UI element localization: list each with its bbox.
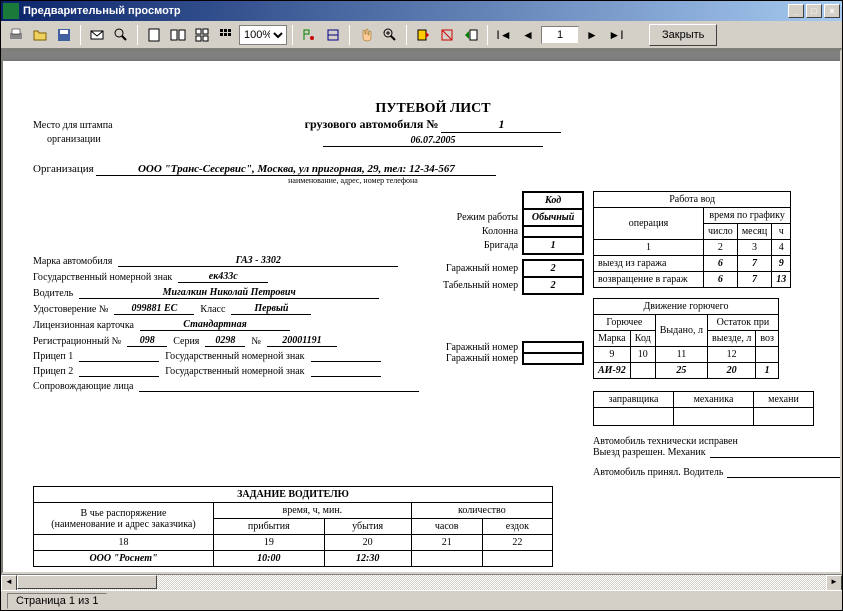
close-preview-button[interactable]: Закрыть bbox=[649, 24, 717, 46]
hand-tool-button[interactable] bbox=[355, 24, 377, 46]
cert-number: 099881 ЕС bbox=[114, 303, 194, 315]
save-button[interactable] bbox=[53, 24, 75, 46]
assignment-customer: ООО "Роснет" bbox=[34, 551, 214, 567]
nav-last-button[interactable]: ►I bbox=[605, 24, 627, 46]
status-page: Страница 1 из 1 bbox=[7, 593, 107, 609]
driver-name: Мигалкин Николай Петрович bbox=[79, 287, 379, 299]
mode-value: Обычный bbox=[523, 209, 583, 226]
h-scrollbar[interactable]: ◄ ► bbox=[1, 574, 842, 590]
license-card: Стандартная bbox=[140, 319, 290, 331]
stamp-placeholder: Место для штампа организации bbox=[33, 119, 113, 147]
nav-prev-button[interactable]: ◄ bbox=[517, 24, 539, 46]
scroll-thumb[interactable] bbox=[17, 575, 157, 589]
view-thumbs-button[interactable] bbox=[215, 24, 237, 46]
vehicle-brand: ГАЗ - 3302 bbox=[118, 255, 398, 267]
tool-c-button[interactable] bbox=[412, 24, 434, 46]
toolbar: 100% I◄ ◄ ► ►I Закрыть bbox=[1, 21, 842, 49]
view-grid-button[interactable] bbox=[191, 24, 213, 46]
trailer2 bbox=[79, 376, 159, 377]
zoom-select[interactable]: 100% bbox=[239, 25, 287, 45]
assignment-arrive: 10:00 bbox=[214, 551, 325, 567]
scroll-right-button[interactable]: ► bbox=[826, 575, 842, 591]
doc-date: 06.07.2005 bbox=[323, 135, 543, 147]
org-label: Организация bbox=[33, 163, 94, 175]
column-value bbox=[523, 226, 583, 237]
page-number-input[interactable] bbox=[541, 26, 579, 44]
garage-no-value: 2 bbox=[523, 260, 583, 277]
trailer1 bbox=[79, 361, 159, 362]
nav-first-button[interactable]: I◄ bbox=[493, 24, 515, 46]
org-value: ООО "Транс-Сесервис", Москва, ул пригорн… bbox=[96, 163, 496, 176]
window-title: Предварительный просмотр bbox=[23, 5, 788, 17]
doc-title: ПУТЕВОЙ ЛИСТ bbox=[193, 101, 673, 117]
app-icon bbox=[3, 3, 19, 19]
preview-area[interactable]: Место для штампа организации ПУТЕВОЙ ЛИС… bbox=[1, 49, 842, 574]
minimize-button[interactable]: _ bbox=[788, 4, 804, 18]
view-page-button[interactable] bbox=[143, 24, 165, 46]
zoom-tool-button[interactable] bbox=[379, 24, 401, 46]
titlebar: Предварительный просмотр _ □ × bbox=[1, 1, 842, 21]
nav-next-button[interactable]: ► bbox=[581, 24, 603, 46]
work-schedule-table: Работа вод операция время по графику чис… bbox=[593, 191, 791, 288]
reg-series: 0298 bbox=[205, 335, 245, 347]
statusbar: Страница 1 из 1 bbox=[1, 590, 842, 610]
doc-number: 1 bbox=[441, 117, 561, 133]
tool-e-button[interactable] bbox=[460, 24, 482, 46]
mail-button[interactable] bbox=[86, 24, 108, 46]
brigade-value: 1 bbox=[523, 237, 583, 254]
close-window-button[interactable]: × bbox=[824, 4, 840, 18]
escort bbox=[139, 391, 419, 392]
assignment-depart: 12:30 bbox=[324, 551, 411, 567]
find-button[interactable] bbox=[110, 24, 132, 46]
open-button[interactable] bbox=[29, 24, 51, 46]
assignment-table: ЗАДАНИЕ ВОДИТЕЛЮ В чье распоряжение (наи… bbox=[33, 486, 553, 567]
fuel-table: Движение горючего ГорючееВыдано, лОстато… bbox=[593, 298, 779, 379]
reg-num: 20001191 bbox=[267, 335, 337, 347]
tool-b-button[interactable] bbox=[322, 24, 344, 46]
print-button[interactable] bbox=[5, 24, 27, 46]
org-caption: наименование, адрес, номер телефона bbox=[103, 176, 603, 185]
view-two-page-button[interactable] bbox=[167, 24, 189, 46]
vehicle-plate: ек433с bbox=[178, 271, 268, 283]
driver-class: Первый bbox=[231, 303, 311, 315]
maximize-button[interactable]: □ bbox=[806, 4, 822, 18]
mech-notes: Автомобиль технически исправен Выезд раз… bbox=[593, 436, 842, 478]
doc-subtitle: грузового автомобиля № 1 bbox=[193, 117, 673, 133]
tool-a-button[interactable] bbox=[298, 24, 320, 46]
reg-no: 098 bbox=[127, 335, 167, 347]
tool-d-button[interactable] bbox=[436, 24, 458, 46]
code-table: Код Режим работыОбычный Колонна Бригада1… bbox=[443, 191, 584, 365]
tab-no-value: 2 bbox=[523, 277, 583, 294]
scroll-left-button[interactable]: ◄ bbox=[1, 575, 17, 591]
document-page: Место для штампа организации ПУТЕВОЙ ЛИС… bbox=[3, 61, 842, 574]
fuel-sign-table: заправщикамеханикамехани bbox=[593, 391, 814, 426]
